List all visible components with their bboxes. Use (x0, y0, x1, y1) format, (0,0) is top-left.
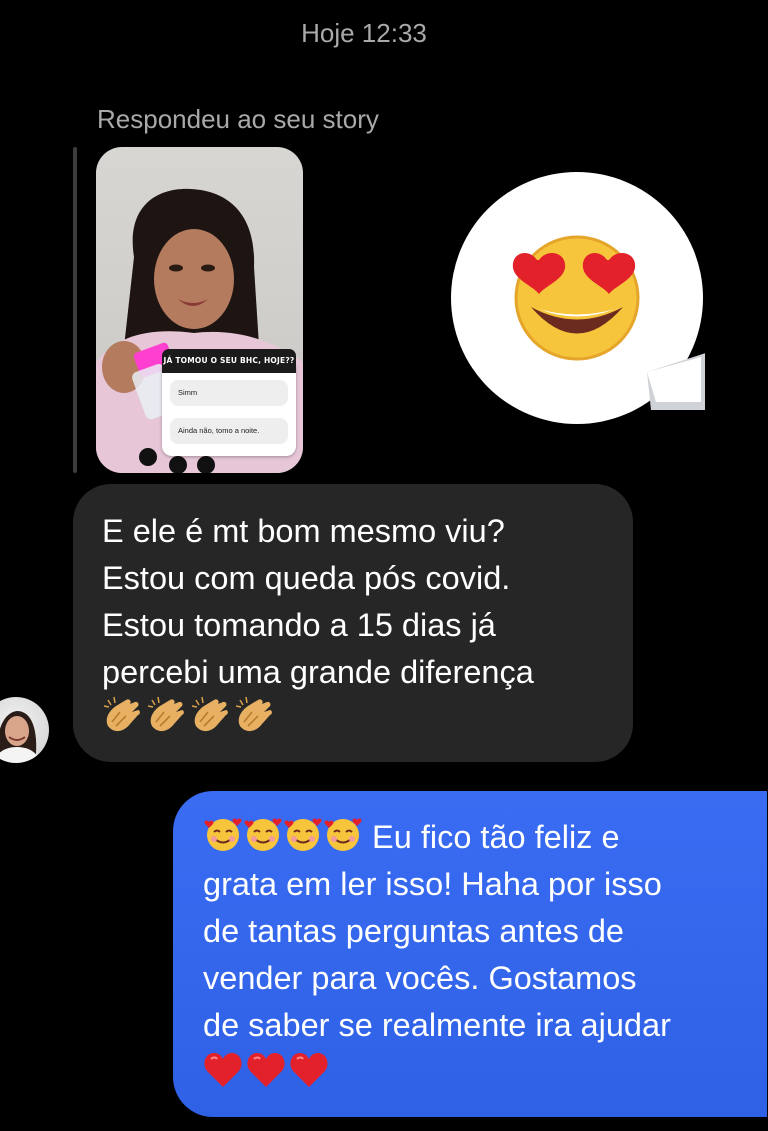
red-heart-icon (204, 1053, 242, 1087)
message-line: Estou tomando a 15 dias já (102, 607, 496, 643)
heart-eyes-icon (512, 235, 640, 361)
message-line: vender para vocês. Gostamos (203, 960, 637, 996)
message-line: Eu fico tão feliz e (203, 814, 763, 861)
avatar-photo (0, 697, 49, 763)
message-line: grata em ler isso! Haha por isso (203, 866, 662, 902)
clapping-hands-icon (235, 696, 272, 732)
outgoing-message-bubble[interactable]: Eu fico tão feliz e grata em ler isso! H… (173, 791, 767, 1117)
outgoing-message-text: Eu fico tão feliz e grata em ler isso! H… (203, 814, 763, 1096)
poll-sticker: JÁ TOMOU O SEU BHC, HOJE?? Simm Ainda nã… (162, 349, 296, 456)
message-line-text: Eu fico tão feliz e (372, 819, 620, 855)
message-line: percebi uma grande diferença (102, 654, 534, 690)
red-heart-icon (290, 1053, 328, 1087)
poll-option-1: Simm (170, 380, 288, 406)
message-line: de saber se realmente ira ajudar (203, 1007, 671, 1043)
smiling-face-with-hearts-icon (324, 818, 362, 851)
smiling-face-with-hearts-icon (244, 818, 282, 851)
message-line: Estou com queda pós covid. (102, 560, 511, 596)
smiling-face-with-hearts-icon (204, 818, 242, 851)
clapping-hands-icon (147, 696, 184, 732)
story-thumbnail[interactable]: JÁ TOMOU O SEU BHC, HOJE?? Simm Ainda nã… (96, 147, 303, 473)
timestamp: Hoje 12:33 (301, 18, 427, 48)
red-heart-icon (247, 1053, 285, 1087)
incoming-message-text: E ele é mt bom mesmo viu? Estou com qued… (102, 508, 622, 696)
story-reaction-bubble[interactable] (451, 172, 705, 426)
incoming-message-bubble[interactable]: E ele é mt bom mesmo viu? Estou com qued… (73, 484, 633, 762)
reply-indicator-bar (73, 147, 77, 473)
clapping-hands-icon (191, 696, 228, 732)
poll-option-2: Ainda não, tomo a noite. (170, 418, 288, 444)
clap-emoji-row (102, 696, 274, 736)
message-line: E ele é mt bom mesmo viu? (102, 513, 505, 549)
poll-question: JÁ TOMOU O SEU BHC, HOJE?? (162, 349, 296, 373)
story-reply-label: Respondeu ao seu story (97, 104, 379, 134)
message-line: de tantas perguntas antes de (203, 913, 625, 949)
sender-avatar[interactable] (0, 697, 50, 763)
smiling-face-with-hearts-icon (284, 818, 322, 851)
clapping-hands-icon (103, 696, 140, 732)
heart-emoji-row (203, 1051, 329, 1089)
